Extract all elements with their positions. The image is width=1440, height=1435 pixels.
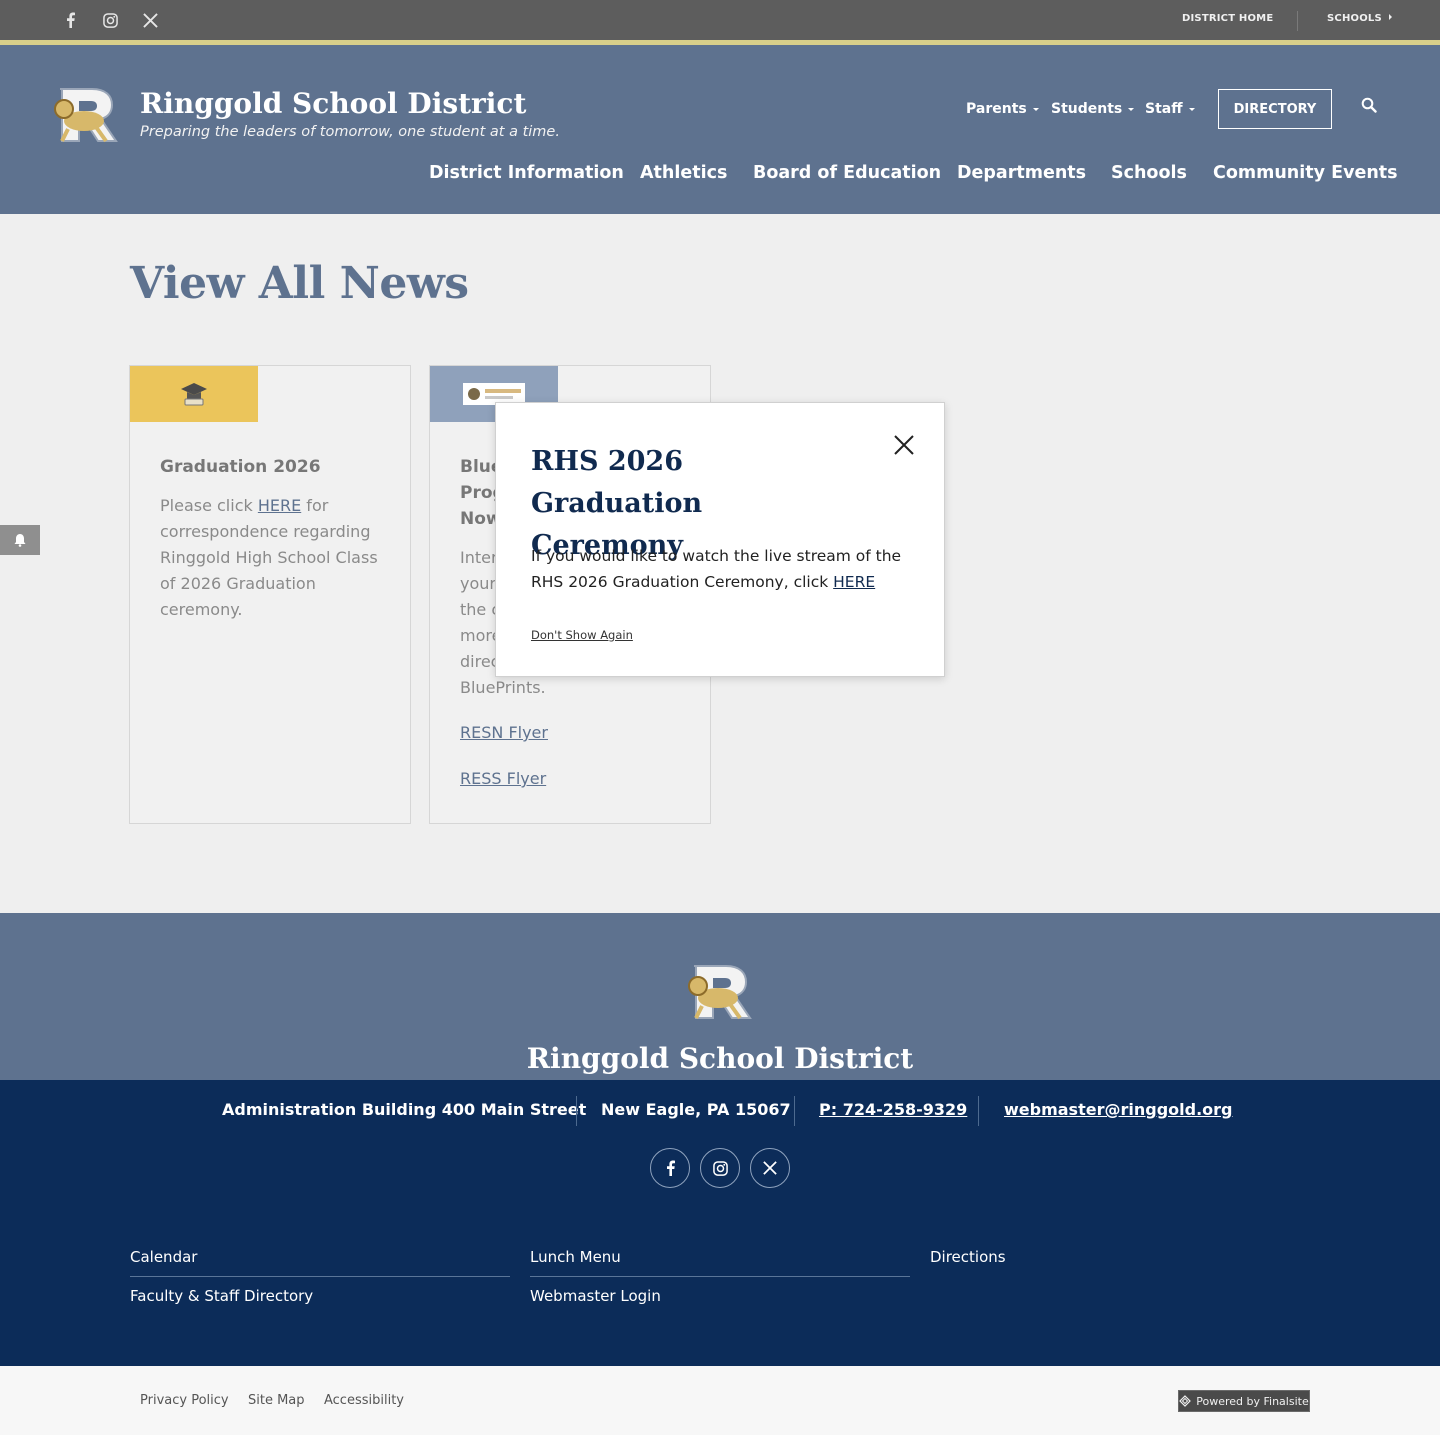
footer-brand: Ringgold School District bbox=[0, 913, 1440, 1080]
footer-divider bbox=[978, 1096, 979, 1126]
livestream-here-link[interactable]: HERE bbox=[833, 573, 875, 591]
nav-students-label: Students bbox=[1051, 101, 1123, 117]
instagram-icon[interactable] bbox=[700, 1148, 740, 1188]
footer-link-calendar[interactable]: Calendar bbox=[130, 1248, 197, 1266]
facebook-icon[interactable] bbox=[61, 11, 79, 29]
powered-by-finalsite-badge[interactable]: Powered by Finalsite bbox=[1178, 1390, 1310, 1412]
accessibility-link[interactable]: Accessibility bbox=[324, 1393, 404, 1408]
footer-link-webmaster-login[interactable]: Webmaster Login bbox=[530, 1287, 661, 1305]
footer-link-faculty-staff-directory[interactable]: Faculty & Staff Directory bbox=[130, 1287, 313, 1305]
ress-flyer-link[interactable]: RESS Flyer bbox=[460, 769, 546, 788]
footer-phone-link[interactable]: P: 724-258-9329 bbox=[819, 1100, 967, 1119]
footer-logo bbox=[684, 961, 756, 1023]
x-icon[interactable] bbox=[141, 11, 159, 29]
news-card-summary: Please click HERE for correspondence reg… bbox=[160, 493, 390, 623]
footer-link-divider bbox=[530, 1276, 910, 1277]
main-nav-district-information[interactable]: District Information bbox=[429, 163, 624, 183]
footer-divider bbox=[576, 1096, 577, 1126]
nav-students[interactable]: Students bbox=[1051, 101, 1135, 117]
main-nav-schools[interactable]: Schools bbox=[1111, 163, 1187, 183]
footer-email-link[interactable]: webmaster@ringgold.org bbox=[1004, 1100, 1232, 1119]
notification-bell-tab[interactable] bbox=[0, 525, 40, 555]
footer-divider bbox=[794, 1096, 795, 1126]
here-link[interactable]: HERE bbox=[258, 496, 301, 515]
caret-down-icon bbox=[1128, 107, 1135, 111]
caret-down-icon bbox=[1188, 107, 1195, 111]
nav-parents-label: Parents bbox=[966, 101, 1027, 117]
site-tagline: Preparing the leaders of tomorrow, one s… bbox=[140, 124, 560, 140]
main-nav-board-of-education[interactable]: Board of Education bbox=[753, 163, 941, 183]
news-card-title[interactable]: Graduation 2026 bbox=[160, 454, 390, 480]
site-map-link[interactable]: Site Map bbox=[248, 1393, 305, 1408]
nav-staff[interactable]: Staff bbox=[1145, 101, 1195, 117]
utility-divider bbox=[1297, 11, 1298, 31]
bell-icon bbox=[14, 534, 26, 547]
powered-by-label: Powered by Finalsite bbox=[1196, 1394, 1309, 1408]
finalsite-icon bbox=[1179, 1395, 1192, 1407]
nav-staff-label: Staff bbox=[1145, 101, 1183, 117]
footer-link-divider bbox=[130, 1276, 510, 1277]
privacy-policy-link[interactable]: Privacy Policy bbox=[140, 1393, 229, 1408]
footer-address: Administration Building 400 Main Street bbox=[222, 1100, 587, 1119]
news-card[interactable]: Graduation 2026 Please click HERE for co… bbox=[129, 365, 411, 824]
close-icon[interactable] bbox=[892, 433, 916, 457]
schools-dropdown[interactable]: SCHOOLS bbox=[1327, 13, 1392, 24]
summary-line: BluePrints. bbox=[460, 678, 546, 697]
dont-show-again-link[interactable]: Don't Show Again bbox=[531, 628, 633, 642]
footer-district-name: Ringgold School District bbox=[526, 1042, 914, 1075]
x-icon[interactable] bbox=[750, 1148, 790, 1188]
footer-main: Administration Building 400 Main Street … bbox=[0, 1080, 1440, 1366]
directory-button[interactable]: DIRECTORY bbox=[1218, 89, 1332, 129]
main-nav-community-events[interactable]: Community Events bbox=[1213, 163, 1398, 183]
search-icon[interactable] bbox=[1361, 97, 1379, 115]
district-home-link[interactable]: DISTRICT HOME bbox=[1182, 13, 1273, 24]
nav-parents[interactable]: Parents bbox=[966, 101, 1039, 117]
footer-city: New Eagle, PA 15067 bbox=[601, 1100, 791, 1119]
main-nav-athletics[interactable]: Athletics bbox=[640, 163, 727, 183]
page-title: View All News bbox=[130, 258, 469, 309]
caret-right-icon bbox=[1388, 14, 1392, 20]
footer-link-lunch-menu[interactable]: Lunch Menu bbox=[530, 1248, 621, 1266]
utility-bar: DISTRICT HOME SCHOOLS bbox=[0, 0, 1440, 40]
bottom-bar: Privacy Policy Site Map Accessibility Po… bbox=[0, 1366, 1440, 1435]
resn-flyer-link[interactable]: RESN Flyer bbox=[460, 723, 548, 742]
main-nav-departments[interactable]: Departments bbox=[957, 163, 1086, 183]
summary-text-before: Please click bbox=[160, 496, 258, 515]
instagram-icon[interactable] bbox=[101, 11, 119, 29]
site-header: Ringgold School District Preparing the l… bbox=[0, 45, 1440, 214]
site-title[interactable]: Ringgold School District bbox=[140, 87, 526, 120]
facebook-icon[interactable] bbox=[650, 1148, 690, 1188]
caret-down-icon bbox=[1032, 107, 1039, 111]
graduation-cap-icon bbox=[130, 366, 258, 422]
district-logo[interactable] bbox=[50, 85, 122, 145]
footer-link-directions[interactable]: Directions bbox=[930, 1248, 1006, 1266]
schools-label: SCHOOLS bbox=[1327, 13, 1382, 24]
popup-body: If you would like to watch the live stre… bbox=[531, 543, 921, 595]
graduation-popup: RHS 2026 Graduation Ceremony If you woul… bbox=[495, 402, 945, 677]
